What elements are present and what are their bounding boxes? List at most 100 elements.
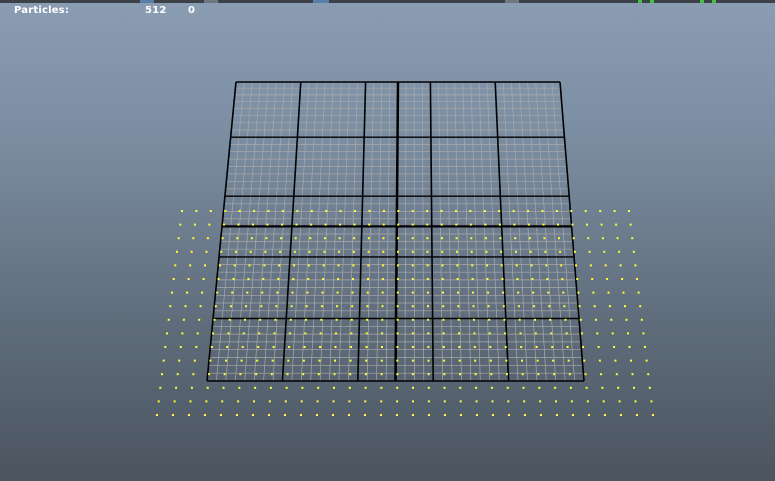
particle [457,305,460,308]
particle [485,250,488,253]
particle [459,400,462,403]
particle [162,359,165,362]
particle [565,332,568,335]
particle [353,223,356,226]
particle [396,414,398,416]
particle [440,210,443,212]
particle [611,332,614,335]
particle [221,400,224,403]
particle [563,305,566,308]
particle [490,373,493,376]
particle [457,291,459,294]
particle [601,237,604,240]
particle [274,318,277,321]
particle [367,237,370,240]
particle [179,346,182,348]
particle [412,400,414,403]
particle [364,386,367,389]
particle [627,332,629,335]
particle [339,210,342,212]
particle [338,237,341,240]
particle [381,291,384,294]
grid-minor-line [502,81,519,382]
particle [334,359,336,362]
particle [209,210,212,212]
grid-minor-line [535,81,557,382]
particle [533,305,536,308]
particle [487,305,490,308]
grid-minor-line [216,81,245,382]
particle [280,237,283,240]
particle [517,291,520,294]
3d-viewport[interactable]: Particles: 512 0 [0,0,775,481]
particle [365,346,368,348]
particle [186,291,189,294]
particle [323,250,326,253]
particle [442,318,445,321]
particle [637,291,640,294]
particle [630,359,632,362]
particle [250,237,253,240]
particle [380,414,382,416]
particle [603,250,606,253]
particle [506,373,508,376]
particle [426,210,429,212]
particle [488,332,491,335]
particle [625,318,628,321]
particle [237,223,240,226]
particle [348,386,351,389]
particle [300,400,303,403]
particle [504,332,507,335]
particle [492,414,494,416]
particle [252,414,254,416]
particle [617,386,620,389]
particle [426,223,429,226]
particle [602,400,605,403]
grid-minor-line [366,81,375,382]
particle [428,414,430,416]
grid-minor-line [291,81,310,382]
particle [293,250,296,253]
particle [350,332,353,335]
particle [582,346,585,348]
particle [201,291,204,294]
particle [536,359,539,362]
particle [156,414,158,416]
particle [515,264,518,267]
particle [198,318,201,321]
grid-minor-line [263,81,285,382]
particle [350,346,352,348]
particle [397,210,400,212]
particle [190,250,193,253]
particle [381,318,384,321]
particle [596,332,599,335]
scene-view[interactable] [0,0,775,481]
particle [236,414,238,416]
particle [367,250,370,253]
particle [427,346,430,348]
particle [181,332,184,335]
particle [585,386,588,389]
particle [600,373,603,376]
particle [557,223,559,226]
particle [573,250,576,253]
particle [157,400,160,403]
particle [455,237,458,240]
particle [549,318,552,321]
particle [181,210,183,212]
particle [559,250,562,253]
particle [441,237,443,240]
particle [572,237,575,240]
particle [589,264,592,267]
particle [458,346,461,348]
grid-major-line [206,81,237,382]
particle [540,414,542,416]
particle [587,237,590,240]
grid-minor-line [511,81,528,382]
particle [351,291,354,294]
particle [176,373,179,376]
particle [276,291,279,294]
particle [545,264,548,267]
particle [615,373,618,376]
particle [537,373,540,376]
